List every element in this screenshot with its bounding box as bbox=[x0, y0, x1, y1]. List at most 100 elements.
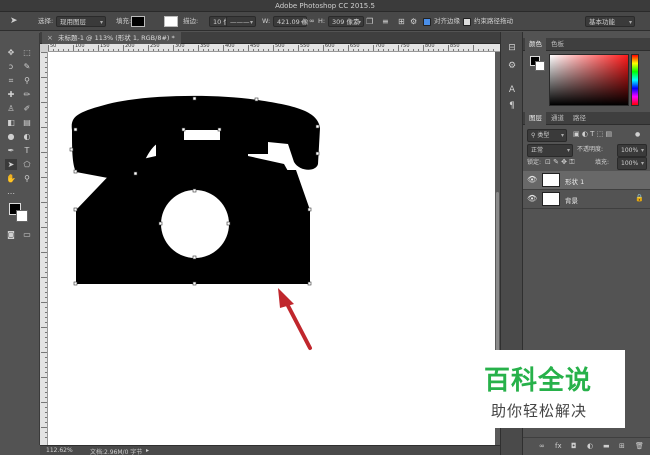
filter-icons[interactable]: ▣ ◐ T ⬚ ▤ bbox=[573, 129, 612, 140]
close-icon[interactable]: × bbox=[47, 32, 53, 44]
lock-icons[interactable]: ⊡ ✎ ✥ ⚿ bbox=[545, 157, 575, 168]
dodge-tool-icon[interactable]: ◐ bbox=[21, 131, 33, 142]
layer-style-icon[interactable]: fx bbox=[555, 442, 562, 450]
hue-slider[interactable] bbox=[631, 54, 639, 106]
color-panel-background[interactable] bbox=[535, 61, 545, 71]
move-tool-icon[interactable]: ✥ bbox=[5, 47, 17, 58]
layer-shape-1[interactable]: 👁 形状 1 bbox=[523, 171, 650, 190]
properties-panel-icon[interactable]: ⚙ bbox=[506, 60, 518, 72]
zoom-level[interactable]: 112.62% bbox=[46, 447, 73, 454]
ruler-tick bbox=[343, 49, 344, 51]
ruler-tick bbox=[168, 49, 169, 51]
lock-row: 锁定: ⊡ ✎ ✥ ⚿ 填充: 100% bbox=[523, 156, 650, 170]
ruler-tick bbox=[383, 49, 384, 51]
tab-channels[interactable]: 通道 bbox=[547, 112, 568, 125]
stroke-swatch[interactable] bbox=[164, 16, 178, 27]
ruler-tick bbox=[45, 62, 47, 63]
stamp-tool-icon[interactable]: ♙ bbox=[5, 103, 17, 114]
shape-tool-icon[interactable]: ⬠ bbox=[21, 159, 33, 170]
zoom-tool-icon[interactable]: ⚲ bbox=[21, 173, 33, 184]
visibility-eye-icon[interactable]: 👁 bbox=[527, 194, 537, 203]
constrain-path-checkbox[interactable] bbox=[463, 18, 471, 26]
link-layers-icon[interactable]: ∞ bbox=[539, 442, 545, 450]
ruler-label: 150 bbox=[100, 44, 110, 49]
quick-select-tool-icon[interactable]: ✎ bbox=[21, 61, 33, 72]
move-tool-icon[interactable]: ➤ bbox=[10, 16, 18, 27]
marquee-tool-icon[interactable]: ⬚ bbox=[21, 47, 33, 58]
adjustment-layer-icon[interactable]: ◐ bbox=[587, 442, 593, 450]
eraser-tool-icon[interactable]: ◧ bbox=[5, 117, 17, 128]
layers-panel-tabs: 图层 通道 路径 bbox=[523, 112, 650, 125]
layer-background[interactable]: 👁 背景 🔒 bbox=[523, 190, 650, 209]
new-group-icon[interactable]: ▬ bbox=[603, 442, 610, 450]
path-operations-icon[interactable]: ❐ bbox=[366, 16, 373, 27]
hand-tool-icon[interactable]: ✋ bbox=[5, 173, 17, 184]
ruler-tick bbox=[323, 45, 324, 51]
path-arrange-icon[interactable]: ⊞ bbox=[398, 16, 405, 27]
ruler-tick bbox=[41, 402, 47, 403]
ruler-tick bbox=[45, 182, 47, 183]
add-mask-icon[interactable]: ◘ bbox=[571, 442, 577, 450]
ruler-tick bbox=[93, 49, 94, 51]
ruler-label: 500 bbox=[275, 44, 285, 49]
new-layer-icon[interactable]: ⊞ bbox=[619, 442, 625, 450]
pen-tool-icon[interactable]: ✒ bbox=[5, 145, 17, 156]
more-tools-icon[interactable]: ⋯ bbox=[5, 188, 17, 199]
document-tab[interactable]: × 未标题-1 @ 113% (形状 1, RGB/8#) * bbox=[42, 32, 181, 44]
crop-tool-icon[interactable]: ⌗ bbox=[5, 75, 17, 86]
ruler-tick bbox=[45, 407, 47, 408]
stroke-style-dropdown[interactable]: ——— bbox=[226, 16, 256, 28]
eyedropper-tool-icon[interactable]: ⚲ bbox=[21, 75, 33, 86]
fill-label: 填充: bbox=[116, 17, 132, 25]
ruler-label: 350 bbox=[200, 44, 210, 49]
scrollbar-thumb[interactable] bbox=[496, 192, 499, 372]
path-selection-tool-icon[interactable]: ➤ bbox=[5, 159, 17, 170]
ruler-tick bbox=[45, 87, 47, 88]
quick-mask-icon[interactable]: ◙ bbox=[5, 229, 17, 240]
fill-swatch[interactable] bbox=[131, 16, 145, 27]
filter-toggle-icon[interactable]: ● bbox=[635, 129, 640, 140]
workspace-dropdown[interactable]: 基本功能 bbox=[585, 16, 635, 28]
blur-tool-icon[interactable]: ● bbox=[5, 131, 17, 142]
tab-swatches[interactable]: 色板 bbox=[547, 38, 568, 51]
lasso-tool-icon[interactable]: ↄ bbox=[5, 61, 17, 72]
history-panel-icon[interactable]: ⊟ bbox=[506, 42, 518, 54]
ruler-tick bbox=[45, 197, 47, 198]
paragraph-panel-icon[interactable]: ¶ bbox=[506, 100, 518, 112]
tab-paths[interactable]: 路径 bbox=[569, 112, 590, 125]
ruler-tick bbox=[45, 437, 47, 438]
background-color[interactable] bbox=[16, 210, 28, 222]
ruler-tick bbox=[45, 422, 47, 423]
gradient-tool-icon[interactable]: ▤ bbox=[21, 117, 33, 128]
select-dropdown[interactable]: 现用图层 bbox=[56, 16, 106, 28]
screen-mode-icon[interactable]: ▭ bbox=[21, 229, 33, 240]
character-panel-icon[interactable]: A bbox=[506, 84, 518, 96]
ruler-tick bbox=[45, 82, 47, 83]
canvas[interactable] bbox=[48, 52, 495, 445]
title-bar: Adobe Photoshop CC 2015.5 bbox=[0, 0, 650, 12]
h-field[interactable]: 309 像素 bbox=[328, 16, 364, 28]
history-brush-icon[interactable]: ✐ bbox=[21, 103, 33, 114]
align-edges-checkbox[interactable] bbox=[423, 18, 431, 26]
ruler-tick bbox=[158, 49, 159, 51]
tab-color[interactable]: 颜色 bbox=[525, 38, 546, 51]
visibility-eye-icon[interactable]: 👁 bbox=[527, 175, 537, 184]
color-picker-field[interactable] bbox=[549, 54, 629, 106]
ruler-tick bbox=[283, 49, 284, 51]
ruler-tick bbox=[238, 49, 239, 51]
layer-kind-filter[interactable]: ⚲ 类型 bbox=[527, 129, 567, 142]
status-menu-icon[interactable]: ▸ bbox=[146, 447, 149, 454]
w-field[interactable]: 421.09 像 bbox=[273, 16, 308, 28]
ruler-tick bbox=[41, 77, 47, 78]
fill-field[interactable]: 100% bbox=[617, 157, 647, 170]
link-icon[interactable]: ∞ bbox=[309, 16, 315, 27]
brush-tool-icon[interactable]: ✏ bbox=[21, 89, 33, 100]
healing-brush-icon[interactable]: ✚ bbox=[5, 89, 17, 100]
delete-layer-icon[interactable]: 🗑 bbox=[635, 442, 644, 450]
telephone-shape[interactable] bbox=[48, 52, 495, 445]
path-alignment-icon[interactable]: ≡ bbox=[382, 16, 389, 27]
settings-gear-icon[interactable]: ⚙ bbox=[410, 16, 417, 27]
type-tool-icon[interactable]: T bbox=[21, 145, 33, 156]
ruler-label: 250 bbox=[150, 44, 160, 49]
tab-layers[interactable]: 图层 bbox=[525, 112, 546, 125]
